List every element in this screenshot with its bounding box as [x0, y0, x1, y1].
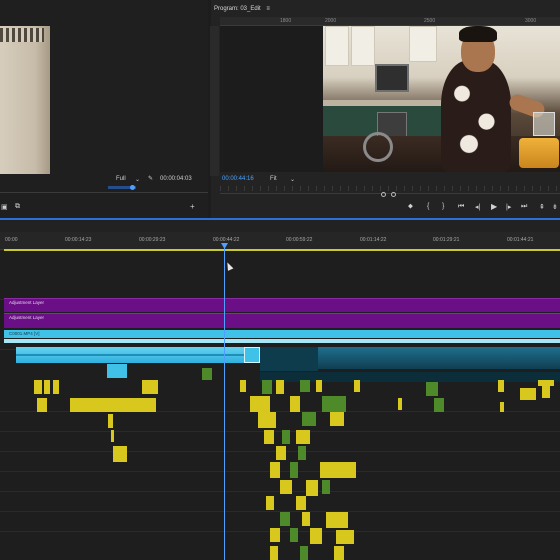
audio-clip[interactable] [290, 462, 298, 478]
audio-clip[interactable] [250, 396, 270, 412]
audio-clip[interactable] [202, 368, 212, 380]
audio-clip[interactable] [276, 380, 284, 394]
audio-clip[interactable] [300, 380, 310, 392]
audio-clip[interactable] [334, 546, 344, 560]
audio-clip[interactable] [53, 380, 59, 394]
audio-clip[interactable] [300, 546, 308, 560]
audio-clip[interactable] [280, 512, 290, 526]
audio-clip[interactable] [320, 462, 356, 478]
audio-clip[interactable] [498, 380, 504, 392]
audio-clip[interactable] [266, 496, 274, 510]
audio-clip[interactable] [298, 446, 306, 460]
audio-clip[interactable] [37, 398, 47, 412]
audio-clip[interactable] [326, 512, 348, 528]
audio-clip[interactable] [70, 398, 156, 412]
audio-clip[interactable] [306, 480, 318, 496]
audio-clip[interactable] [296, 430, 310, 444]
audio-clip[interactable] [322, 396, 346, 412]
audio-clip[interactable] [44, 380, 50, 394]
audio-clip[interactable] [282, 430, 290, 444]
audio-clip[interactable] [316, 380, 322, 392]
audio-clip[interactable] [296, 496, 306, 510]
audio-clip[interactable] [426, 382, 438, 396]
audio-clip[interactable] [276, 446, 286, 460]
audio-clip[interactable] [302, 512, 310, 526]
audio-clip[interactable] [500, 402, 504, 412]
audio-clip[interactable] [108, 414, 113, 428]
audio-clip[interactable] [520, 388, 536, 400]
audio-clip[interactable] [354, 380, 360, 392]
timeline-playhead[interactable] [224, 246, 225, 560]
audio-clip[interactable] [538, 380, 554, 386]
audio-clip[interactable] [302, 412, 316, 426]
audio-clip[interactable] [336, 530, 354, 544]
audio-clip[interactable] [310, 528, 322, 544]
audio-clip[interactable] [113, 446, 127, 462]
audio-clip[interactable] [290, 396, 300, 412]
audio-clip[interactable] [398, 398, 402, 410]
audio-clip[interactable] [322, 480, 330, 494]
audio-clip[interactable] [270, 546, 278, 560]
audio-clip[interactable] [111, 430, 114, 442]
audio-clip[interactable] [542, 386, 550, 398]
audio-clip[interactable] [240, 380, 246, 392]
audio-clip[interactable] [270, 528, 280, 542]
audio-clips-layer [0, 0, 560, 560]
audio-clip[interactable] [270, 462, 280, 478]
audio-clip[interactable] [434, 398, 444, 412]
audio-clip[interactable] [34, 380, 42, 394]
audio-clip[interactable] [264, 430, 274, 444]
audio-clip[interactable] [280, 480, 292, 494]
audio-clip[interactable] [262, 380, 272, 394]
audio-clip[interactable] [330, 412, 344, 426]
audio-clip[interactable] [258, 412, 276, 428]
audio-clip[interactable] [142, 380, 158, 394]
audio-clip[interactable] [290, 528, 298, 542]
